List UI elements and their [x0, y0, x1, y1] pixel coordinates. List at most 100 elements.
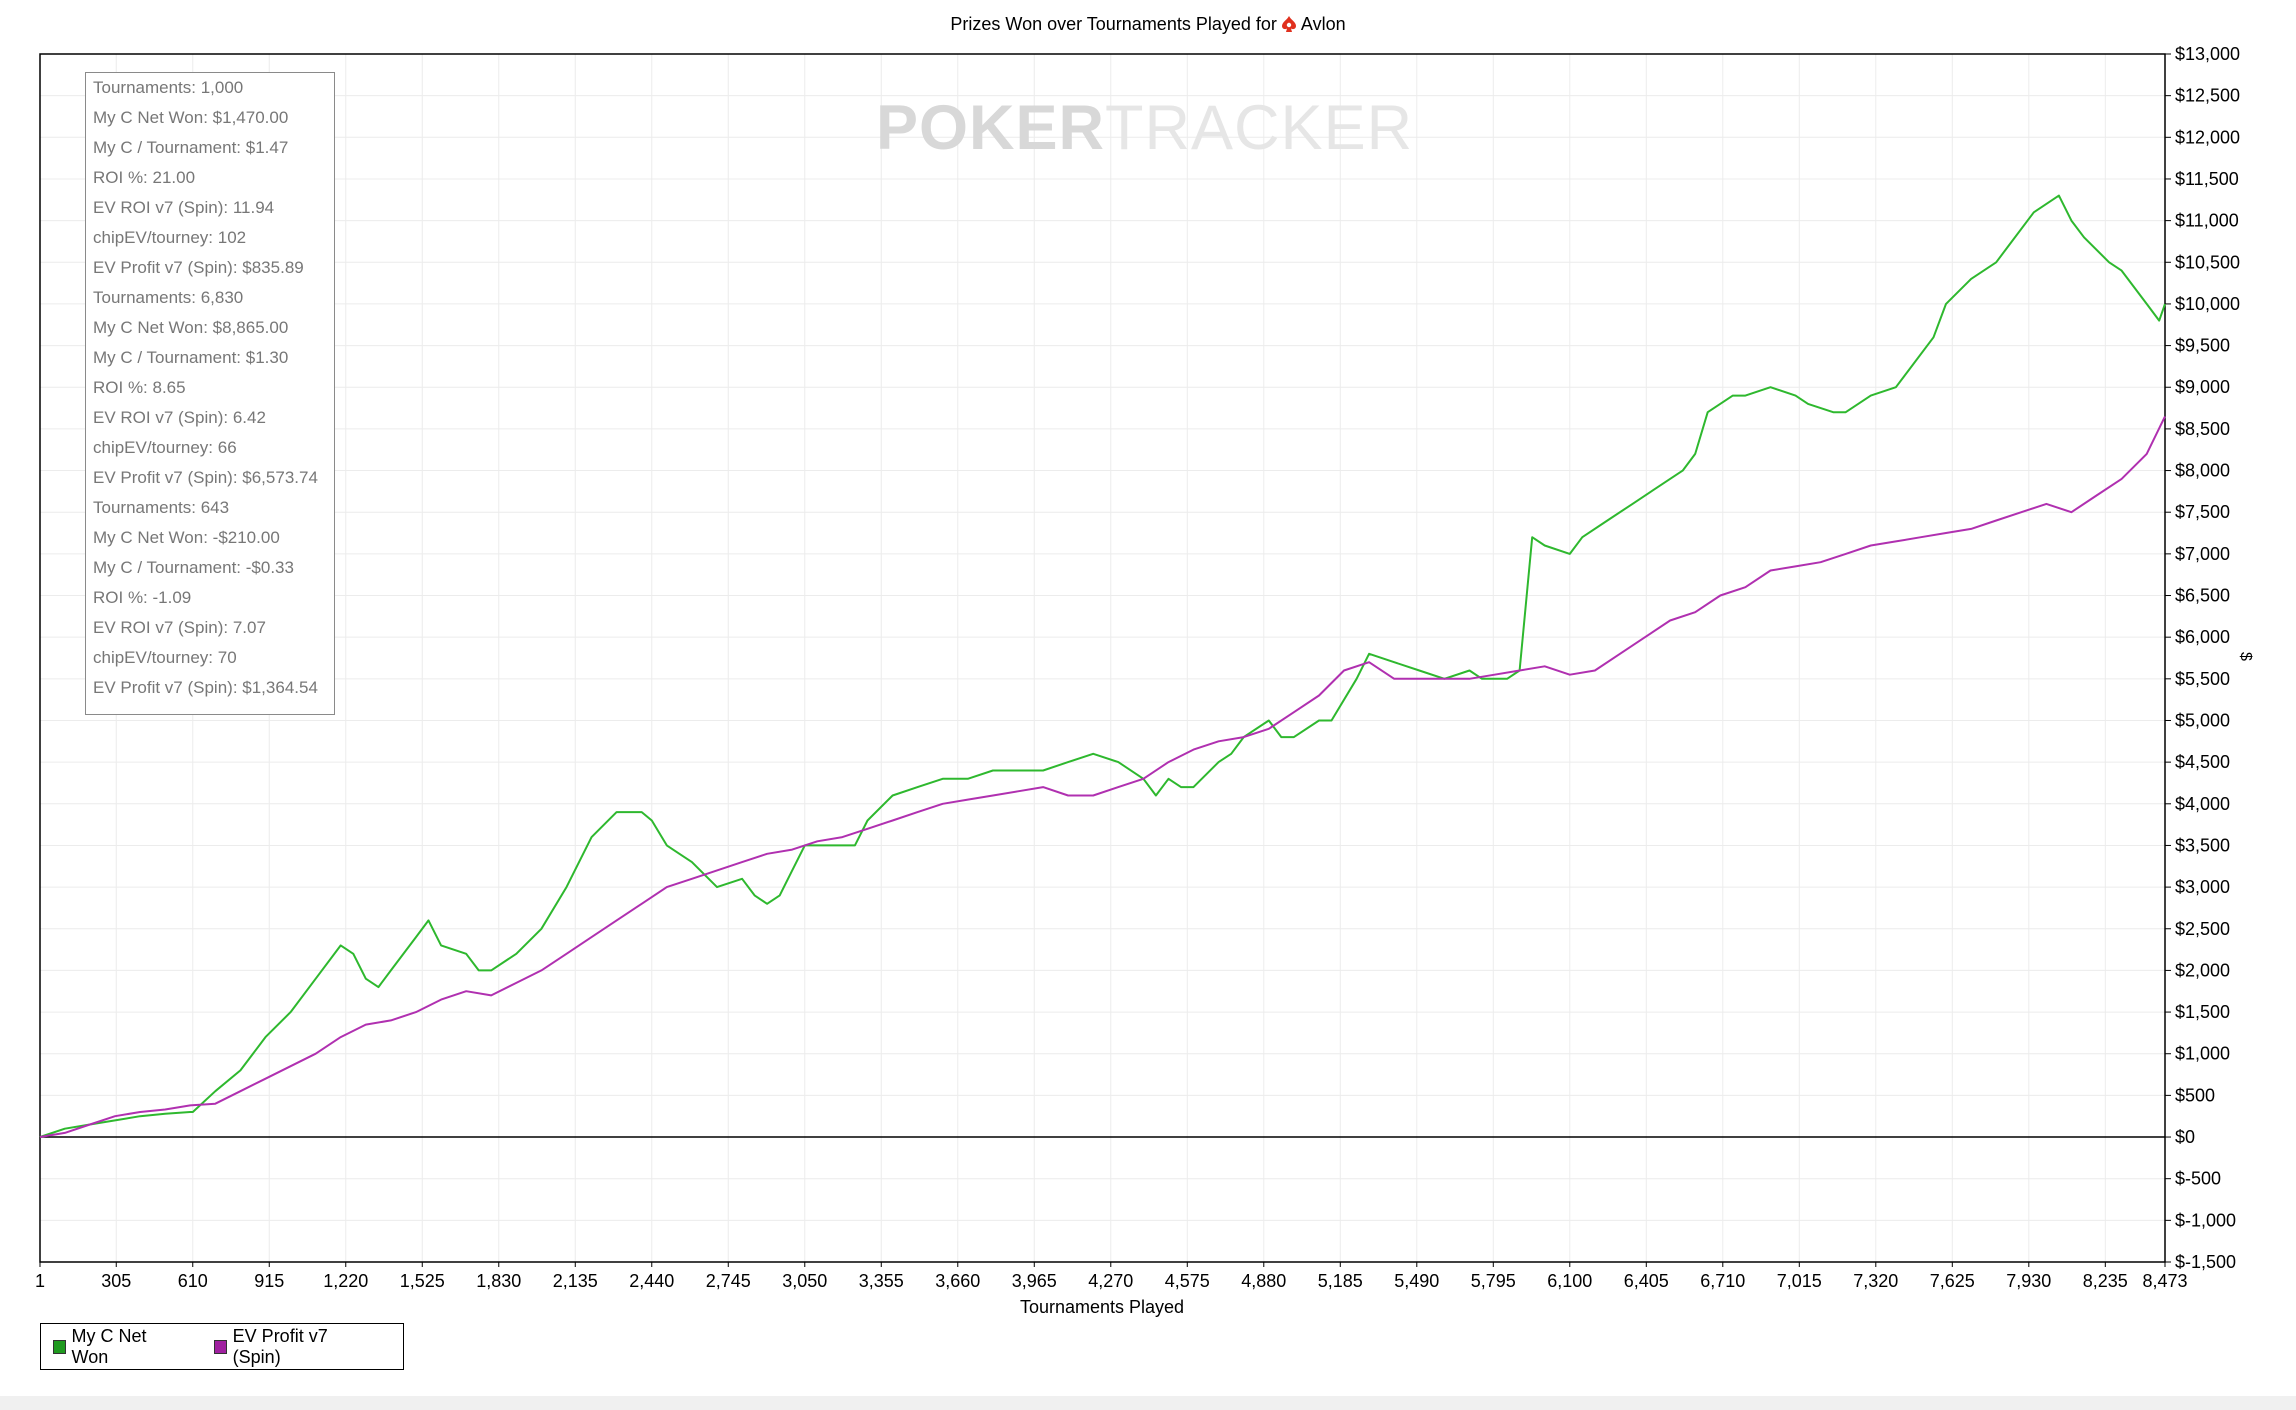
x-tick-label: 1,525 — [400, 1271, 445, 1291]
y-tick-label: $8,000 — [2175, 461, 2230, 481]
x-tick-label: 2,135 — [553, 1271, 598, 1291]
x-tick-label: 1,220 — [323, 1271, 368, 1291]
x-tick-label: 1 — [35, 1271, 45, 1291]
stat-line: My C / Tournament: -$0.33 — [93, 558, 294, 577]
stat-line: My C Net Won: $8,865.00 — [93, 318, 289, 337]
tick-labels: 1 305 610 915 1,220 1,525 1,830 2,135 2,440 2,745… — [35, 44, 2240, 1291]
stat-line: EV ROI v7 (Spin): 6.42 — [93, 408, 266, 427]
y-tick-label: $4,500 — [2175, 752, 2230, 772]
x-tick-label: 8,473 — [2142, 1271, 2187, 1291]
y-tick-label: $10,000 — [2175, 294, 2240, 314]
stat-line: My C / Tournament: $1.30 — [93, 348, 289, 367]
y-tick-label: $2,500 — [2175, 919, 2230, 939]
y-tick-label: $11,500 — [2175, 169, 2239, 189]
y-tick-label: $3,500 — [2175, 835, 2230, 855]
x-tick-label: 7,015 — [1777, 1271, 1822, 1291]
stat-line: chipEV/tourney: 66 — [93, 438, 237, 457]
stat-line: Tournaments: 1,000 — [93, 78, 244, 97]
y-tick-label: $3,000 — [2175, 877, 2230, 897]
x-tick-label: 6,710 — [1700, 1271, 1745, 1291]
x-tick-label: 3,050 — [782, 1271, 827, 1291]
y-tick-label: $13,000 — [2175, 44, 2240, 64]
stat-line: My C Net Won: -$210.00 — [93, 528, 280, 547]
legend-label-ev-profit: EV Profit v7 (Spin) — [232, 1325, 328, 1367]
stat-line: My C / Tournament: $1.47 — [93, 138, 289, 157]
stat-line: EV ROI v7 (Spin): 7.07 — [93, 618, 266, 637]
legend-label-net-won: My C Net Won — [71, 1325, 147, 1367]
y-tick-label: $7,500 — [2175, 502, 2230, 522]
stat-line: ROI %: -1.09 — [93, 588, 192, 607]
stat-line: Tournaments: 643 — [93, 498, 230, 517]
y-tick-label: $4,000 — [2175, 794, 2230, 814]
x-tick-label: 6,405 — [1624, 1271, 1669, 1291]
x-tick-label: 5,795 — [1471, 1271, 1516, 1291]
x-tick-label: 3,965 — [1012, 1271, 1057, 1291]
series-line-ev-profit — [39, 415, 2166, 1138]
y-tick-label: $12,000 — [2175, 127, 2240, 147]
y-tick-label: $1,500 — [2175, 1002, 2230, 1022]
y-tick-label: $11,000 — [2175, 211, 2239, 231]
chart-plot: 1 305 610 915 1,220 1,525 1,830 2,135 2,440 2,745… — [35, 44, 2240, 1291]
grid-lines — [39, 53, 2166, 1263]
x-tick-label: 1,830 — [476, 1271, 521, 1291]
series-lines — [39, 194, 2166, 1138]
x-tick-label: 2,745 — [706, 1271, 751, 1291]
x-tick-label: 5,185 — [1318, 1271, 1363, 1291]
plot-frame — [39, 53, 2166, 1263]
window-bottom-strip — [0, 1396, 2296, 1410]
y-tick-label: $6,500 — [2175, 586, 2230, 606]
x-tick-label: 2,440 — [629, 1271, 674, 1291]
stat-line: EV Profit v7 (Spin): $835.89 — [93, 258, 304, 277]
y-tick-label: $5,500 — [2175, 669, 2230, 689]
x-tick-label: 7,320 — [1853, 1271, 1898, 1291]
x-tick-label: 8,235 — [2083, 1271, 2128, 1291]
pokertracker-watermark: POKERTRACKER — [876, 92, 1413, 164]
x-tick-label: 3,355 — [859, 1271, 904, 1291]
x-tick-label: 4,575 — [1165, 1271, 1210, 1291]
x-tick-label: 7,625 — [1930, 1271, 1975, 1291]
y-tick-label: $12,500 — [2175, 86, 2240, 106]
series-line-net-won — [39, 194, 2166, 1138]
y-tick-label: $500 — [2175, 1085, 2215, 1105]
y-tick-label: $8,500 — [2175, 419, 2230, 439]
y-tick-label: $2,000 — [2175, 960, 2230, 980]
chart-legend: My C Net Won EV Profit v7 (Spin) — [40, 1323, 404, 1370]
legend-item-ev-profit[interactable]: EV Profit v7 (Spin) — [214, 1326, 363, 1368]
y-tick-label: $-500 — [2175, 1169, 2221, 1189]
x-axis-label: Tournaments Played — [1019, 1297, 1185, 1317]
stat-line: ROI %: 21.00 — [93, 168, 196, 187]
stat-line: EV ROI v7 (Spin): 11.94 — [93, 198, 275, 217]
legend-swatch-purple — [214, 1339, 227, 1354]
y-tick-label: $7,000 — [2175, 544, 2230, 564]
y-tick-label: $-1,500 — [2175, 1252, 2236, 1272]
axes — [39, 53, 2171, 1267]
y-tick-label: $5,000 — [2175, 710, 2230, 730]
legend-swatch-green — [53, 1339, 66, 1354]
stat-line: My C Net Won: $1,470.00 — [93, 108, 289, 127]
y-tick-label: $6,000 — [2175, 627, 2230, 647]
x-tick-label: 4,880 — [1241, 1271, 1286, 1291]
x-tick-label: 6,100 — [1547, 1271, 1592, 1291]
x-tick-label: 5,490 — [1394, 1271, 1439, 1291]
stat-line: chipEV/tourney: 102 — [93, 228, 247, 247]
stat-line: Tournaments: 6,830 — [93, 288, 244, 307]
x-tick-label: 305 — [101, 1271, 131, 1291]
stat-line: ROI %: 8.65 — [93, 378, 186, 397]
stats-tooltip-box: Tournaments: 1,000 My C Net Won: $1,470.0… — [85, 72, 335, 715]
y-tick-label: $-1,000 — [2175, 1210, 2236, 1230]
x-tick-label: 610 — [178, 1271, 208, 1291]
y-tick-label: $10,500 — [2175, 252, 2240, 272]
y-axis-label: $ — [2237, 652, 2254, 661]
x-tick-label: 4,270 — [1088, 1271, 1133, 1291]
legend-item-net-won[interactable]: My C Net Won — [53, 1326, 174, 1368]
stat-line: EV Profit v7 (Spin): $1,364.54 — [93, 678, 318, 697]
stat-line: EV Profit v7 (Spin): $6,573.74 — [93, 468, 318, 487]
x-tick-label: 7,930 — [2006, 1271, 2051, 1291]
y-tick-label: $9,000 — [2175, 377, 2230, 397]
y-tick-label: $0 — [2175, 1127, 2195, 1147]
watermark-bold: POKER — [876, 93, 1106, 163]
x-tick-label: 3,660 — [935, 1271, 980, 1291]
y-tick-label: $1,000 — [2175, 1044, 2230, 1064]
stat-line: chipEV/tourney: 70 — [93, 648, 237, 667]
x-tick-label: 915 — [254, 1271, 284, 1291]
